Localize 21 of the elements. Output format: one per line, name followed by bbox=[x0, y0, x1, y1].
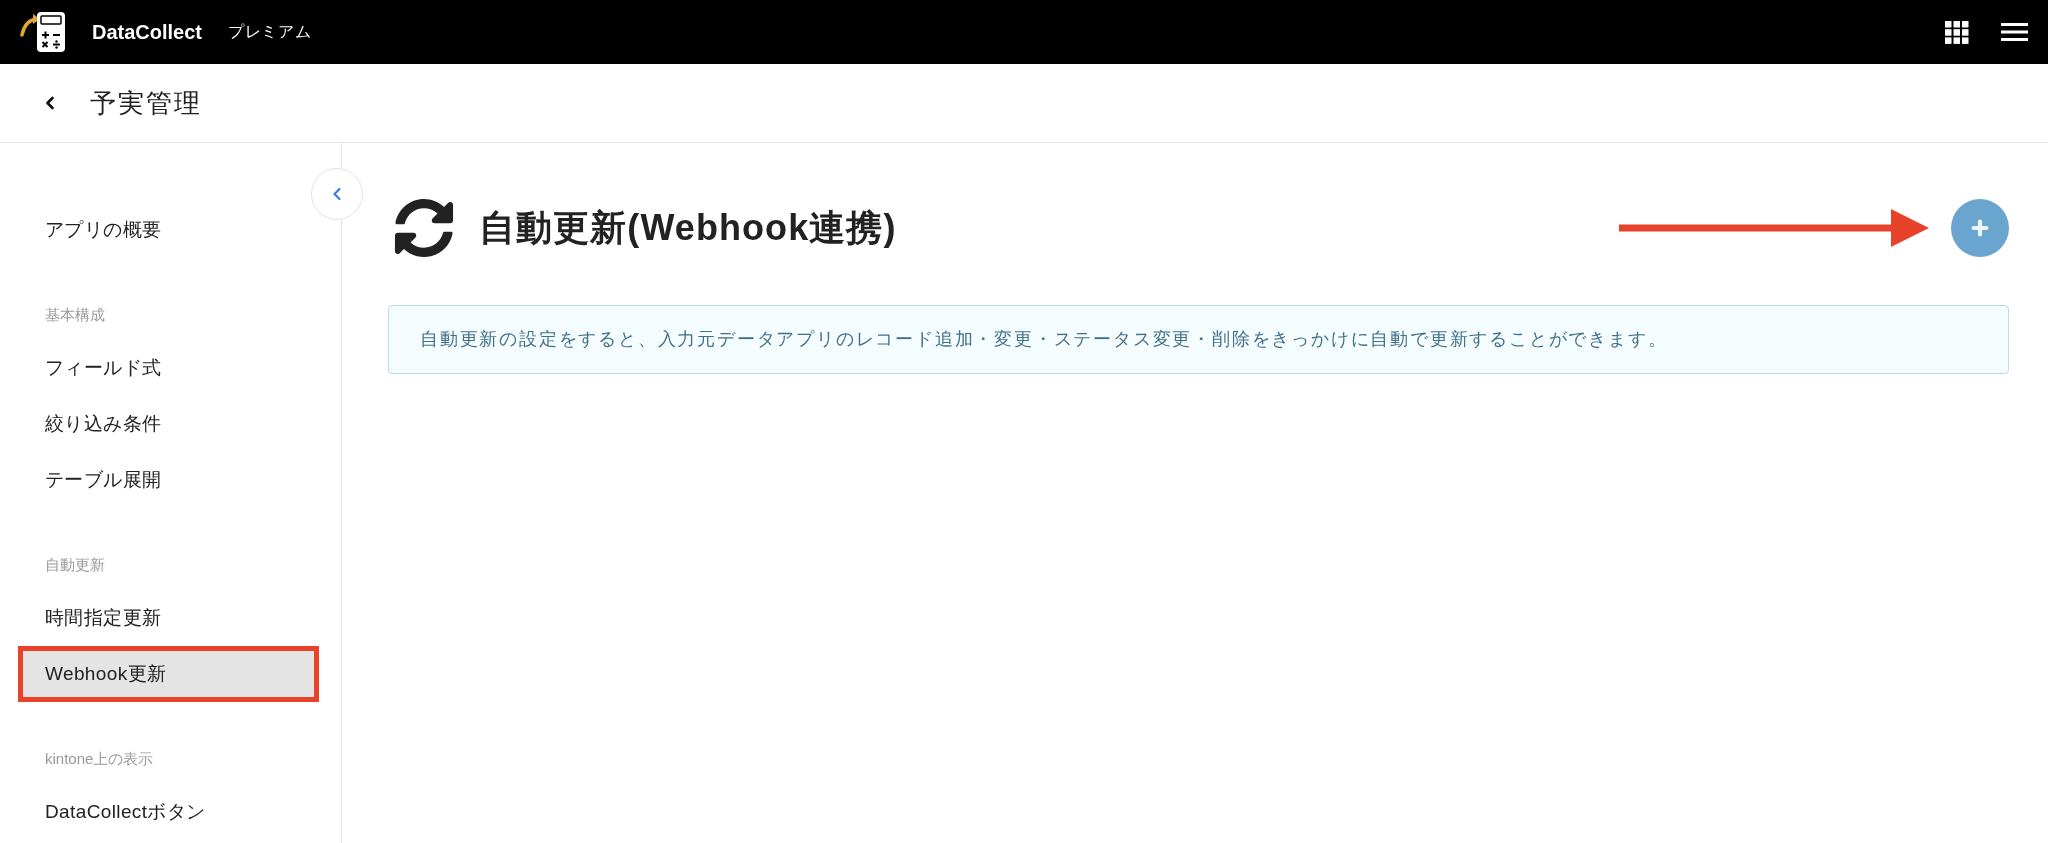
sidebar-section-heading: 自動更新 bbox=[45, 554, 105, 575]
apps-grid-icon[interactable] bbox=[1945, 20, 1969, 44]
plan-label: プレミアム bbox=[228, 22, 312, 42]
sidebar-item[interactable]: Webhook更新 bbox=[18, 646, 319, 702]
calculator-logo-icon bbox=[20, 11, 66, 53]
sidebar-section-heading: kintone上の表示 bbox=[45, 748, 154, 769]
brand-name: DataCollect bbox=[92, 20, 203, 45]
sidebar-item[interactable]: アプリの概要 bbox=[18, 202, 319, 258]
plus-icon bbox=[1969, 217, 1991, 239]
sidebar-item[interactable]: 時間指定更新 bbox=[18, 590, 319, 646]
section-title: 自動更新(Webhook連携) bbox=[479, 206, 897, 250]
page-title: 予実管理 bbox=[90, 86, 203, 120]
add-button[interactable] bbox=[1951, 199, 2009, 257]
refresh-icon bbox=[394, 198, 454, 258]
notice-text: 自動更新の設定をすると、入力元データアプリのレコード追加・変更・ステータス変更・削除をきっかけに自動で更新することができます。 bbox=[420, 328, 1668, 351]
sidebar-section-heading: 基本構成 bbox=[45, 304, 105, 325]
sidebar-item[interactable]: テーブル展開 bbox=[18, 452, 319, 508]
menu-icon[interactable] bbox=[2001, 23, 2028, 41]
sidebar-item[interactable]: DataCollectボタン bbox=[18, 784, 319, 840]
sidebar-item[interactable]: 絞り込み条件 bbox=[18, 396, 319, 452]
sidebar-item[interactable]: フィールド式 bbox=[18, 340, 319, 396]
